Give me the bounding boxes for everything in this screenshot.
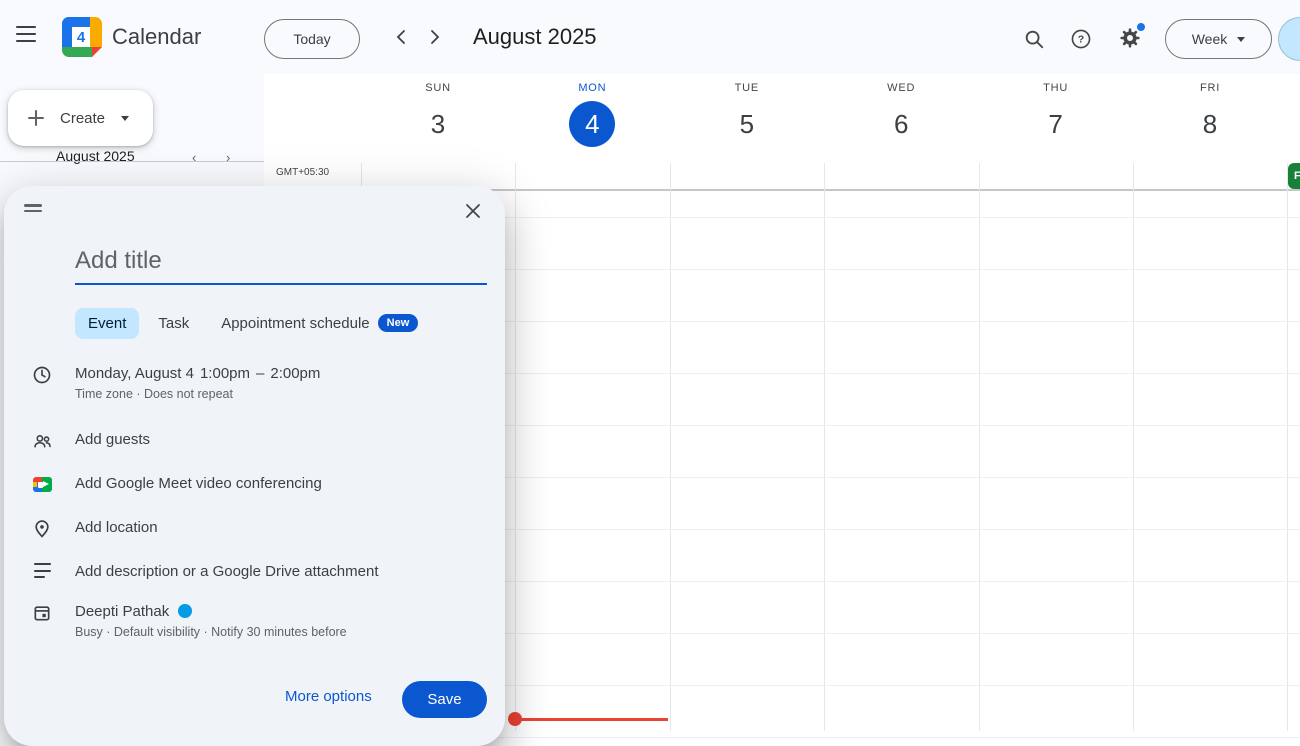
event-title-input[interactable]: Add title xyxy=(75,242,487,285)
day-number: 8 xyxy=(1187,101,1233,147)
current-time-dot xyxy=(508,712,522,726)
caret-down-icon xyxy=(1237,37,1245,42)
calendar-color-dot xyxy=(178,604,192,618)
location-pin-icon xyxy=(30,518,54,539)
mini-calendar-next-icon[interactable]: › xyxy=(226,150,230,165)
day-name: MON xyxy=(515,82,669,94)
owner-name: Deepti Pathak xyxy=(75,603,169,620)
calendar-logo-icon[interactable]: 4 xyxy=(62,17,102,57)
description-icon xyxy=(30,562,54,582)
tab-event[interactable]: Event xyxy=(75,308,139,339)
add-description-row[interactable]: Add description or a Google Drive attach… xyxy=(30,562,487,582)
day-name: SUN xyxy=(361,82,515,94)
save-button[interactable]: Save xyxy=(402,681,487,718)
column-divider xyxy=(1133,163,1134,731)
event-datetime: Monday, August 41:00pm–2:00pm xyxy=(75,364,326,384)
event-create-dialog: Add title EventTaskAppointment scheduleN… xyxy=(4,186,505,746)
plus-icon xyxy=(26,108,46,128)
drag-handle[interactable] xyxy=(24,204,44,216)
tab-appointment-schedule[interactable]: Appointment scheduleNew xyxy=(208,307,431,339)
mini-calendar-header: August 2025 ‹ › xyxy=(0,148,264,170)
google-meet-icon xyxy=(30,474,54,494)
all-day-event-chip[interactable]: F xyxy=(1288,163,1300,189)
column-divider xyxy=(515,163,516,731)
all-day-divider xyxy=(361,189,1300,191)
owner-settings-text: Busy · Default visibility · Notify 30 mi… xyxy=(75,624,347,641)
divider xyxy=(0,161,264,162)
previous-week-button[interactable] xyxy=(388,25,412,49)
add-meet-row[interactable]: Add Google Meet video conferencing xyxy=(30,474,487,494)
day-header-tue[interactable]: TUE 5 xyxy=(670,82,824,147)
timezone-repeat-text: Time zone · Does not repeat xyxy=(75,386,326,403)
more-options-button[interactable]: More options xyxy=(285,688,372,705)
new-badge: New xyxy=(378,314,419,332)
day-number: 3 xyxy=(415,101,461,147)
logo-day-number: 4 xyxy=(72,27,90,47)
add-guests-row[interactable]: Add guests xyxy=(30,430,487,452)
create-button[interactable]: Create xyxy=(8,90,153,146)
day-name: WED xyxy=(824,82,978,94)
next-week-button[interactable] xyxy=(423,25,447,49)
day-header-mon[interactable]: MON 4 xyxy=(515,82,669,147)
today-button[interactable]: Today xyxy=(264,19,360,59)
app-name: Calendar xyxy=(112,0,201,74)
calendar-event-icon xyxy=(30,602,54,641)
view-selector-week[interactable]: Week xyxy=(1165,19,1272,59)
mini-calendar-prev-icon[interactable]: ‹ xyxy=(192,150,196,165)
caret-down-icon xyxy=(121,116,129,121)
calendar-owner-row[interactable]: Deepti Pathak Busy · Default visibility … xyxy=(30,602,487,641)
hour-gridline xyxy=(361,737,1300,738)
timezone-label: GMT+05:30 xyxy=(276,167,329,178)
day-name: FRI xyxy=(1133,82,1287,94)
day-header-sun[interactable]: SUN 3 xyxy=(361,82,515,147)
day-name: TUE xyxy=(670,82,824,94)
day-number: 6 xyxy=(878,101,924,147)
search-icon[interactable] xyxy=(1022,27,1046,51)
app-header: 4 Calendar Today August 2025 ? xyxy=(0,0,1300,74)
close-icon[interactable] xyxy=(455,193,491,229)
svg-text:?: ? xyxy=(1078,34,1084,46)
day-number: 4 xyxy=(569,101,615,147)
add-location-row[interactable]: Add location xyxy=(30,518,487,539)
current-time-line xyxy=(515,718,668,721)
day-name: THU xyxy=(979,82,1133,94)
column-divider xyxy=(670,163,671,731)
column-divider xyxy=(979,163,980,731)
datetime-row[interactable]: Monday, August 41:00pm–2:00pm Time zone … xyxy=(30,364,487,403)
column-divider xyxy=(824,163,825,731)
create-label: Create xyxy=(60,110,105,127)
hamburger-menu-icon[interactable] xyxy=(16,26,40,48)
clock-icon xyxy=(30,364,54,403)
notification-dot xyxy=(1137,23,1145,31)
day-header-fri[interactable]: FRI 8 xyxy=(1133,82,1287,147)
guests-icon xyxy=(30,430,54,452)
tab-task[interactable]: Task xyxy=(145,308,202,339)
day-number: 5 xyxy=(724,101,770,147)
settings-gear-icon[interactable] xyxy=(1118,26,1142,50)
help-icon[interactable]: ? xyxy=(1069,27,1093,51)
profile-avatar[interactable] xyxy=(1278,17,1300,61)
dialog-tabs: EventTaskAppointment scheduleNew xyxy=(75,307,431,339)
day-header-thu[interactable]: THU 7 xyxy=(979,82,1133,147)
column-divider xyxy=(1287,163,1288,731)
day-header-wed[interactable]: WED 6 xyxy=(824,82,978,147)
day-number: 7 xyxy=(1033,101,1079,147)
current-range-title: August 2025 xyxy=(473,0,597,74)
